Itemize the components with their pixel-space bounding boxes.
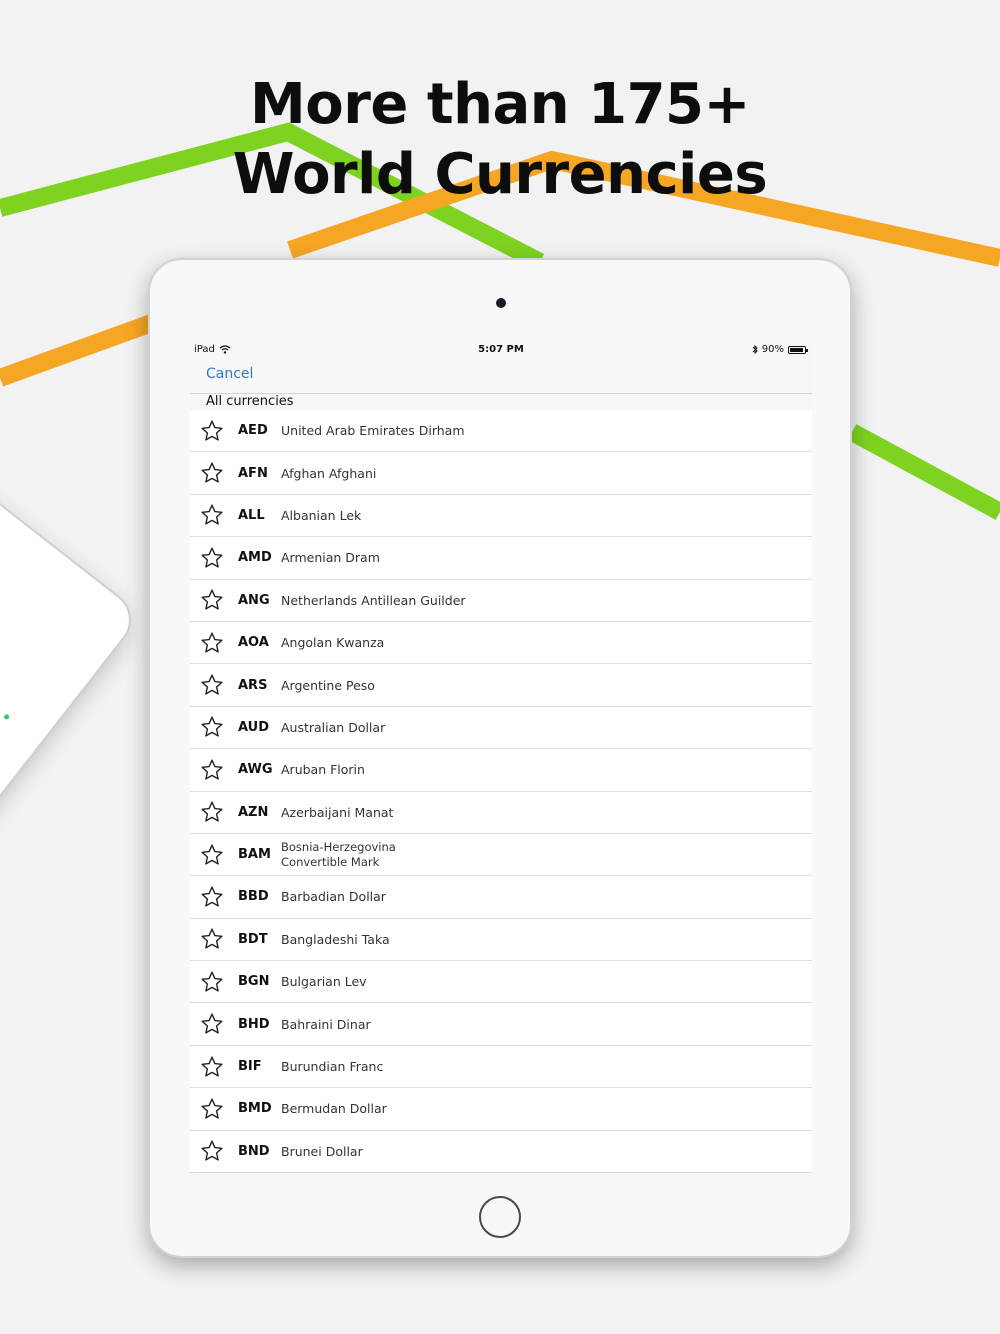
currency-name: Bermudan Dollar [281,1101,387,1117]
camera-icon [496,298,506,308]
star-icon[interactable] [200,1097,224,1121]
star-icon[interactable] [200,1012,224,1036]
currency-row-ang[interactable]: ANG Netherlands Antillean Guilder [190,579,812,622]
list-bottom-divider [194,1172,808,1173]
currency-code: BGN [238,974,270,990]
currency-name: Brunei Dollar [281,1143,363,1159]
currency-code: BMD [238,1101,272,1117]
status-time: 5:07 PM [478,344,524,355]
status-bar: iPad 5:07 PM 90% [190,338,812,360]
star-icon[interactable] [200,885,224,909]
bluetooth-icon [752,345,758,354]
currency-row-bam[interactable]: BAM Bosnia-Herzegovina Convertible Mark [190,833,812,877]
currency-code: AZN [238,804,269,820]
battery-percent: 90% [761,344,784,355]
star-icon[interactable] [200,758,224,782]
currency-name: Burundian Franc [281,1059,384,1075]
app-store-screenshot: More than 175+ World Currencies iPad 5:0… [0,0,1000,1334]
currency-name: Bangladeshi Taka [281,931,390,947]
currency-code: ALL [238,507,265,523]
currency-name: Bulgarian Lev [281,974,367,990]
star-icon[interactable] [200,588,224,612]
currency-code: AMD [238,550,272,566]
currency-name: Albanian Lek [281,507,362,523]
star-icon[interactable] [200,800,224,824]
currency-row-bmd[interactable]: BMD Bermudan Dollar [190,1088,812,1131]
orange-line-left [0,311,164,387]
currency-name: Barbadian Dollar [281,889,386,905]
headline-line-1: More than 175+ [250,72,750,137]
currency-code: BAM [238,847,271,863]
currency-code: BND [238,1143,270,1159]
currency-code: AOA [238,635,269,651]
currency-name: Bahraini Dinar [281,1016,371,1032]
currency-name: Armenian Dram [281,550,380,566]
currency-name: Aruban Florin [281,762,365,778]
currency-code: AUD [238,719,270,735]
currency-code: ANG [238,592,270,608]
star-icon[interactable] [200,715,224,739]
currency-name: Argentine Peso [281,677,375,693]
home-button[interactable] [479,1196,521,1238]
currency-name: Angolan Kwanza [281,635,385,651]
currency-name-line-1: Bosnia-Herzegovina [281,839,396,854]
green-line-right [847,424,1000,520]
currency-row-all[interactable]: ALL Albanian Lek [190,494,812,538]
currency-row-aoa[interactable]: AOA Angolan Kwanza [190,621,812,665]
star-icon[interactable] [200,546,224,570]
star-icon[interactable] [200,461,224,485]
currency-name: Afghan Afghani [281,465,377,481]
star-icon[interactable] [200,419,224,443]
currency-name: Netherlands Antillean Guilder [281,592,466,608]
navigation-bar: Cancel [190,360,812,394]
currency-row-ars[interactable]: ARS Argentine Peso [190,664,812,707]
currency-row-bbd[interactable]: BBD Barbadian Dollar [190,876,812,919]
currency-row-azn[interactable]: AZN Azerbaijani Manat [190,791,812,834]
headline-line-2: World Currencies [232,142,768,207]
currency-row-amd[interactable]: AMD Armenian Dram [190,537,812,580]
currency-name: Australian Dollar [281,719,386,735]
currency-code: BDT [238,931,268,947]
star-icon[interactable] [200,843,224,867]
currency-code: AWG [238,762,273,778]
status-right: 90% [752,344,808,355]
currency-list: AED United Arab Emirates Dirham AFN Afghan … [190,410,812,1174]
cancel-button[interactable]: Cancel [206,366,253,382]
currency-name: United Arab Emirates Dirham [281,423,465,439]
device-indicator-dot [3,713,11,721]
ipad-screen: iPad 5:07 PM 90% Cancel All currencies A… [190,338,812,1178]
currency-row-bhd[interactable]: BHD Bahraini Dinar [190,1003,812,1046]
ipad-device: iPad 5:07 PM 90% Cancel All currencies A… [148,258,852,1258]
currency-code: BIF [238,1059,262,1075]
star-icon[interactable] [200,1055,224,1079]
star-icon[interactable] [200,970,224,994]
currency-row-bgn[interactable]: BGN Bulgarian Lev [190,961,812,1004]
battery-icon [788,345,808,354]
star-icon[interactable] [200,927,224,951]
headline: More than 175+ World Currencies [0,70,1000,210]
currency-code: BBD [238,889,269,905]
currency-name-line-2: Convertible Mark [281,854,380,869]
section-header-all-currencies: All currencies [206,394,294,409]
currency-code: ARS [238,677,268,693]
star-icon[interactable] [200,673,224,697]
star-icon[interactable] [200,503,224,527]
star-icon[interactable] [200,1139,224,1163]
currency-row-bif[interactable]: BIF Burundian Franc [190,1045,812,1089]
currency-code: AED [238,423,268,439]
currency-row-bdt[interactable]: BDT Bangladeshi Taka [190,918,812,962]
currency-row-bnd[interactable]: BND Brunei Dollar [190,1130,812,1174]
currency-row-afn[interactable]: AFN Afghan Afghani [190,452,812,495]
currency-code: BHD [238,1016,270,1032]
currency-row-aed[interactable]: AED United Arab Emirates Dirham [190,410,812,453]
currency-row-awg[interactable]: AWG Aruban Florin [190,749,812,792]
star-icon[interactable] [200,631,224,655]
currency-row-aud[interactable]: AUD Australian Dollar [190,706,812,750]
currency-name: Azerbaijani Manat [281,804,394,820]
currency-code: AFN [238,465,268,481]
currency-name: Bosnia-Herzegovina Convertible Mark [281,840,396,870]
